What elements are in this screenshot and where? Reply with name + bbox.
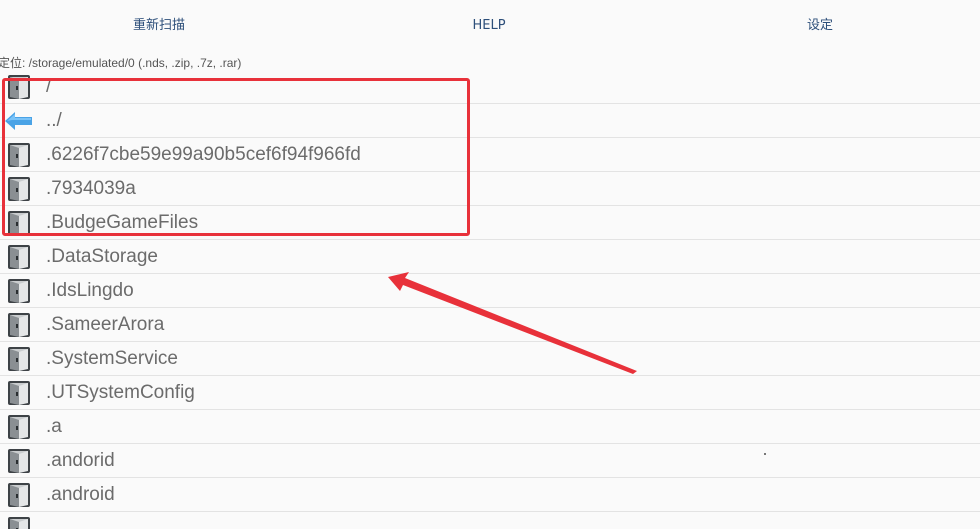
folder-icon	[6, 278, 32, 304]
file-row[interactable]: /	[0, 70, 980, 104]
file-list: / ../ .6226f7cbe59e99a90b5cef6f94f966fd …	[0, 70, 980, 529]
file-row[interactable]: .IdsLingdo	[0, 274, 980, 308]
file-row[interactable]: .6226f7cbe59e99a90b5cef6f94f966fd	[0, 138, 980, 172]
file-row[interactable]: .UTSystemConfig	[0, 376, 980, 410]
file-row[interactable]: .andorid	[0, 444, 980, 478]
screen-speck	[764, 453, 766, 455]
folder-icon	[6, 312, 32, 338]
folder-icon	[6, 448, 32, 474]
file-name-label: /	[46, 76, 52, 97]
file-name-label: .UTSystemConfig	[46, 382, 195, 403]
file-row[interactable]: .DataStorage	[0, 240, 980, 274]
file-name-label: .DataStorage	[46, 246, 158, 267]
help-button[interactable]: HELP	[472, 16, 505, 36]
folder-icon	[6, 380, 32, 406]
folder-icon	[6, 210, 32, 236]
folder-icon	[6, 482, 32, 508]
file-row[interactable]: .BudgeGameFiles	[0, 206, 980, 240]
rescan-button[interactable]: 重新扫描	[133, 16, 185, 36]
current-path-label: 定位: /storage/emulated/0 (.nds, .zip, .7z…	[0, 56, 242, 70]
file-browser-screen: 重新扫描 HELP 设定 定位: /storage/emulated/0 (.n…	[0, 0, 980, 529]
folder-icon	[6, 346, 32, 372]
file-name-label: .andorid	[46, 450, 115, 471]
folder-icon	[6, 414, 32, 440]
file-row[interactable]: .android	[0, 478, 980, 512]
file-name-label: .android	[46, 484, 115, 505]
file-name-label: .a	[46, 416, 62, 437]
file-row[interactable]: ../	[0, 104, 980, 138]
folder-icon	[6, 516, 32, 529]
file-name-label: .SystemService	[46, 348, 178, 369]
file-name-label: .SameerArora	[46, 314, 165, 335]
top-toolbar: 重新扫描 HELP 设定	[0, 0, 980, 52]
file-name-label: .BudgeGameFiles	[46, 212, 199, 233]
back-arrow-icon	[4, 108, 34, 134]
folder-icon	[6, 176, 32, 202]
file-row[interactable]: .7934039a	[0, 172, 980, 206]
settings-button[interactable]: 设定	[807, 16, 833, 36]
file-name-label: .7934039a	[46, 178, 136, 199]
folder-icon	[6, 244, 32, 270]
folder-icon	[6, 74, 32, 100]
file-row[interactable]	[0, 512, 980, 529]
file-name-label: .6226f7cbe59e99a90b5cef6f94f966fd	[46, 144, 361, 165]
file-row[interactable]: .SystemService	[0, 342, 980, 376]
file-row[interactable]: .a	[0, 410, 980, 444]
file-name-label: ../	[46, 110, 62, 131]
file-row[interactable]: .SameerArora	[0, 308, 980, 342]
file-name-label: .IdsLingdo	[46, 280, 134, 301]
folder-icon	[6, 142, 32, 168]
